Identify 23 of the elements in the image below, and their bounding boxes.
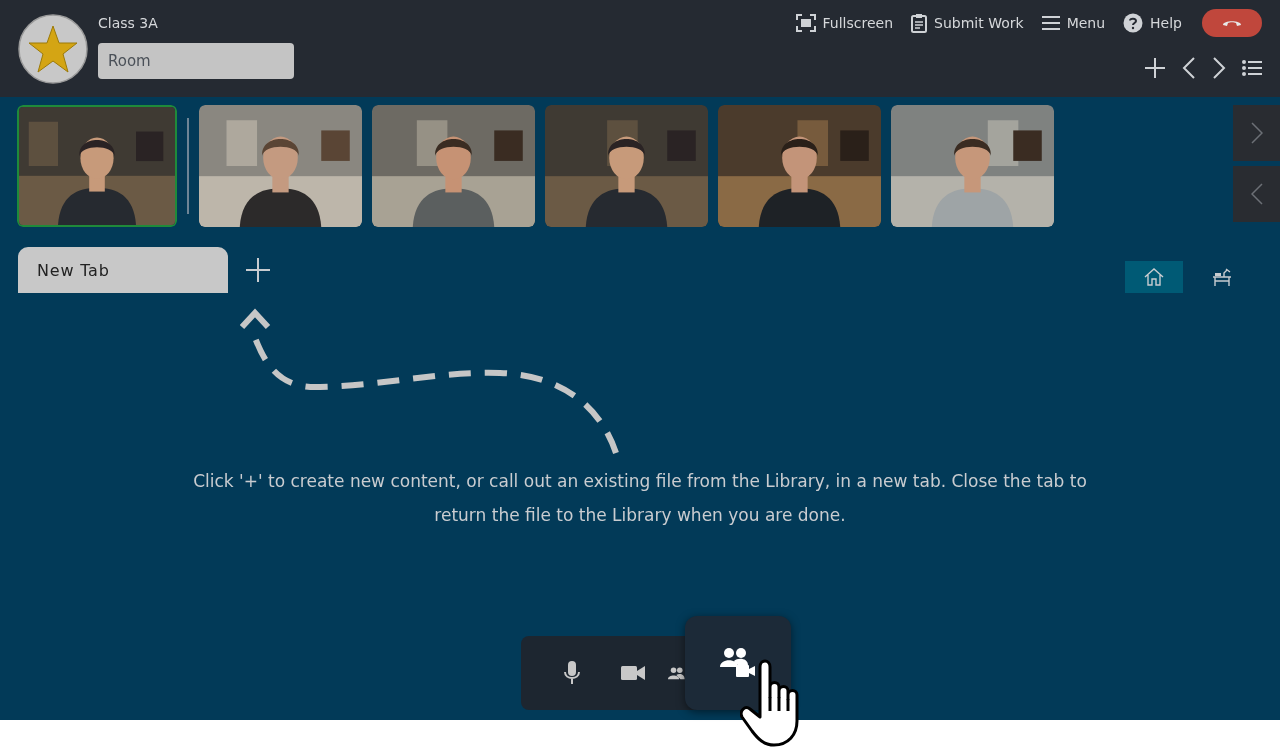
add-tab-icon[interactable] [246,258,270,282]
toolbar-button[interactable]: Submit Work [911,9,1024,37]
help-icon [1123,13,1144,33]
toolbar-button[interactable]: Menu [1041,9,1106,37]
toolbar-button[interactable]: Help [1123,9,1182,37]
chevron-right-icon [1250,122,1263,144]
fullscreen-icon [795,14,816,32]
clipboard-icon [911,13,928,33]
room-field[interactable]: Room [98,43,294,79]
class-name: Class 3A [98,15,159,31]
previous-icon[interactable] [1182,56,1196,80]
tab[interactable]: New Tab [18,247,228,293]
home-icon[interactable] [1125,261,1183,293]
chevron-left-icon [1250,183,1263,205]
star-logo-icon [18,14,88,84]
phone-icon [1222,19,1242,27]
instruction-text: Click '+' to create new content, or call out an existing file from the Library, in a new tab. Close the tab to return the file to the Library when you are done. [192,470,1088,527]
add-icon[interactable] [1144,57,1166,79]
next-icon[interactable] [1212,56,1226,80]
list-icon[interactable] [1242,59,1262,77]
menu-icon [1041,15,1060,31]
toolbar-button[interactable]: Fullscreen [795,9,894,37]
end-call-button[interactable] [1202,9,1262,37]
